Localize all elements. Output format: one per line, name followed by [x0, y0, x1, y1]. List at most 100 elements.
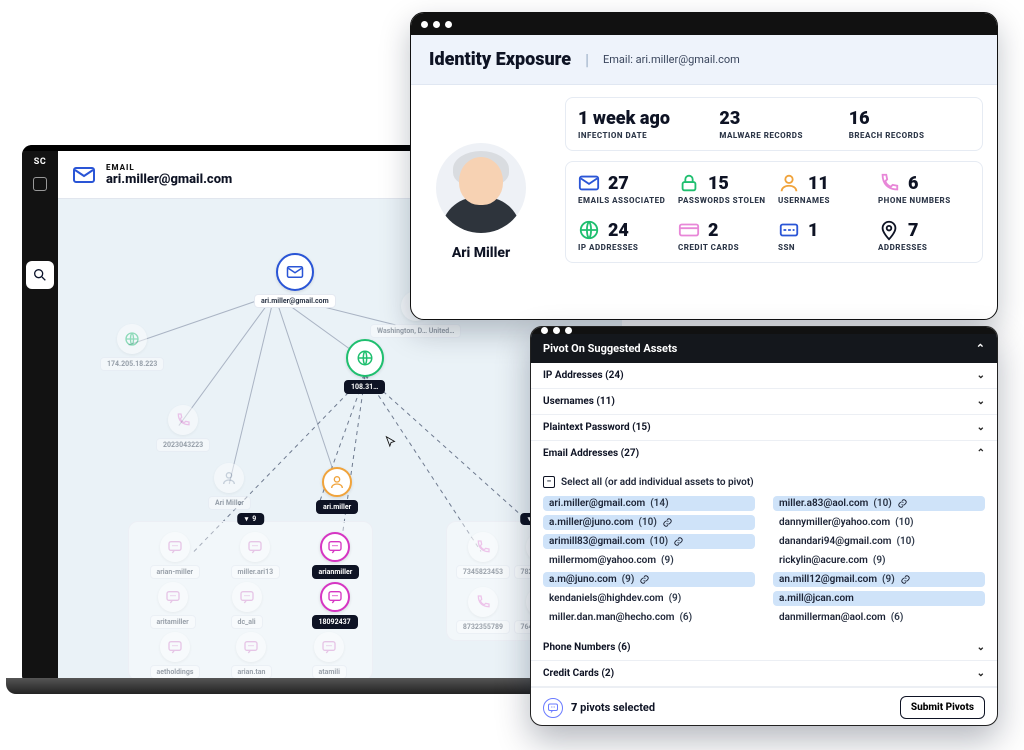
accordion-phones[interactable]: Phone Numbers (6)⌄: [531, 635, 997, 661]
email-label: EMAIL: [106, 163, 232, 172]
email-asset[interactable]: kendaniels@highdev.com (9): [543, 591, 755, 606]
indeterminate-checkbox-icon[interactable]: −: [543, 476, 555, 488]
pivot-footer: 7 pivots selected Submit Pivots: [531, 687, 997, 726]
graph-node[interactable]: 8732355789: [456, 587, 510, 634]
stat-ssn[interactable]: 1SSN: [778, 219, 870, 252]
graph-node-phone[interactable]: 2023043223: [156, 405, 210, 452]
accordion-ip[interactable]: IP Addresses (24)⌄: [531, 363, 997, 389]
lock-icon: [678, 172, 700, 194]
graph-node[interactable]: atamili: [312, 632, 347, 679]
email-asset[interactable]: a.mill@jcan.com: [773, 591, 985, 606]
email-asset[interactable]: dannymiller@yahoo.com (10): [773, 515, 985, 530]
graph-cluster-usernames[interactable]: 9 arian-millermiller.ari13arianmillerari…: [128, 521, 373, 681]
select-all-row[interactable]: − Select all (or add individual assets t…: [543, 476, 985, 488]
window-titlebar: [411, 13, 997, 35]
stat-card[interactable]: 2CREDIT CARDS: [678, 219, 770, 252]
stat: 23MALWARE RECORDS: [719, 108, 840, 140]
envelope-icon: [286, 263, 304, 281]
identity-window: Identity Exposure | Email: ari.miller@gm…: [410, 12, 998, 320]
link-icon: [662, 517, 673, 528]
email-asset[interactable]: arimill83@gmail.com (10): [543, 534, 755, 549]
stat: 1 week agoINFECTION DATE: [578, 108, 711, 140]
accordion-cards[interactable]: Credit Cards (2)⌄: [531, 661, 997, 687]
stat-phone[interactable]: 6PHONE NUMBERS: [878, 172, 970, 205]
graph-node[interactable]: arian.tan: [231, 632, 273, 679]
pivot-title: Pivot On Suggested Assets: [543, 342, 677, 355]
email-asset[interactable]: miller.dan.man@hecho.com (6): [543, 610, 755, 625]
email-value: ari.miller@gmail.com: [106, 172, 232, 187]
chevron-down-icon: ⌄: [977, 396, 985, 407]
accordion-emails[interactable]: Email Addresses (27)⌃: [531, 441, 997, 466]
pivot-window: Pivot On Suggested Assets ⌃ IP Addresses…: [530, 326, 998, 726]
node-label: 174.205.18.223: [100, 357, 164, 371]
identity-header: Identity Exposure | Email: ari.miller@gm…: [411, 35, 997, 85]
chevron-down-icon: ⌄: [977, 422, 985, 433]
graph-node[interactable]: arianmiller: [312, 532, 360, 579]
pivot-count-icon: [543, 698, 563, 718]
stat-email[interactable]: 27EMAILS ASSOCIATED: [578, 172, 670, 205]
email-asset[interactable]: an.mill12@gmail.com (9): [773, 572, 985, 587]
identity-top-stats: 1 week agoINFECTION DATE23MALWARE RECORD…: [565, 97, 983, 151]
graph-node-ip[interactable]: 174.205.18.223: [100, 324, 164, 371]
email-asset[interactable]: a.m@juno.com (9): [543, 572, 755, 587]
graph-node-root[interactable]: ari.miller@gmail.com: [254, 253, 336, 308]
traffic-light-icon[interactable]: [541, 327, 548, 334]
accordion-usernames[interactable]: Usernames (11)⌄: [531, 389, 997, 415]
graph-node[interactable]: miller.ari13: [231, 532, 281, 579]
stat-lock[interactable]: 15PASSWORDS STOLEN: [678, 172, 770, 205]
stat: 16BREACH RECORDS: [849, 108, 970, 140]
graph-node[interactable]: dc_ali: [231, 582, 263, 629]
window-titlebar: [531, 327, 997, 334]
accordion-passwords[interactable]: Plaintext Password (15)⌄: [531, 415, 997, 441]
stat-pin[interactable]: 7ADDRESSES: [878, 219, 970, 252]
graph-node[interactable]: 7345823453: [456, 532, 510, 579]
node-label: ari.miller@gmail.com: [254, 294, 336, 308]
email-asset[interactable]: a.miller@juno.com (10): [543, 515, 755, 530]
globe-icon: [124, 331, 140, 347]
globe-icon: [578, 219, 600, 241]
app-sidebar: SC: [22, 151, 58, 685]
traffic-light-icon[interactable]: [565, 327, 572, 334]
avatar: [436, 143, 526, 233]
user-icon: [329, 474, 345, 490]
cursor-icon: [384, 435, 398, 449]
email-asset[interactable]: millermom@yahoo.com (9): [543, 553, 755, 568]
graph-node[interactable]: arian-miller: [150, 532, 201, 579]
envelope-icon: [72, 163, 96, 187]
traffic-light-icon[interactable]: [445, 21, 452, 28]
node-label: 108.31…: [344, 380, 385, 394]
graph-node-username[interactable]: ari.miller: [316, 467, 358, 514]
link-icon: [900, 574, 911, 585]
identity-stat-grid: 27EMAILS ASSOCIATED15PASSWORDS STOLEN11U…: [565, 161, 983, 263]
graph-node-person[interactable]: Ari Miller: [208, 463, 251, 510]
identity-email-label: Email:: [603, 53, 633, 66]
traffic-light-icon[interactable]: [433, 21, 440, 28]
email-asset[interactable]: danandari94@gmail.com (10): [773, 534, 985, 549]
pivot-header[interactable]: Pivot On Suggested Assets ⌃: [531, 334, 997, 363]
submit-pivots-button[interactable]: Submit Pivots: [900, 696, 985, 719]
cluster-count: 9: [252, 515, 256, 523]
stat-user[interactable]: 11USERNAMES: [778, 172, 870, 205]
email-asset[interactable]: rickylin@acure.com (9): [773, 553, 985, 568]
graph-node[interactable]: aetholdings: [150, 632, 201, 679]
search-button[interactable]: [26, 261, 54, 289]
link-icon: [639, 574, 650, 585]
stat-globe[interactable]: 24IP ADDRESSES: [578, 219, 670, 252]
pivot-count: 7: [571, 701, 577, 714]
graph-node[interactable]: 18092437: [312, 582, 358, 629]
email-asset[interactable]: miller.a83@aol.com (10): [773, 496, 985, 511]
pivot-footer-text: pivots selected: [580, 701, 655, 714]
link-icon: [897, 498, 908, 509]
email-asset[interactable]: danmillerman@aol.com (6): [773, 610, 985, 625]
chevron-up-icon: ⌃: [977, 448, 985, 459]
graph-node[interactable]: aritamiller: [150, 582, 196, 629]
sidebar-nav-icon[interactable]: [33, 177, 47, 191]
card-icon: [678, 219, 700, 241]
traffic-light-icon[interactable]: [421, 21, 428, 28]
traffic-light-icon[interactable]: [553, 327, 560, 334]
identity-name: Ari Miller: [452, 245, 510, 261]
email-asset[interactable]: ari.miller@gmail.com (14): [543, 496, 755, 511]
app-logo: SC: [34, 157, 46, 167]
node-label: ari.miller: [316, 500, 358, 514]
graph-node-ip-active[interactable]: 108.31…: [344, 339, 385, 394]
